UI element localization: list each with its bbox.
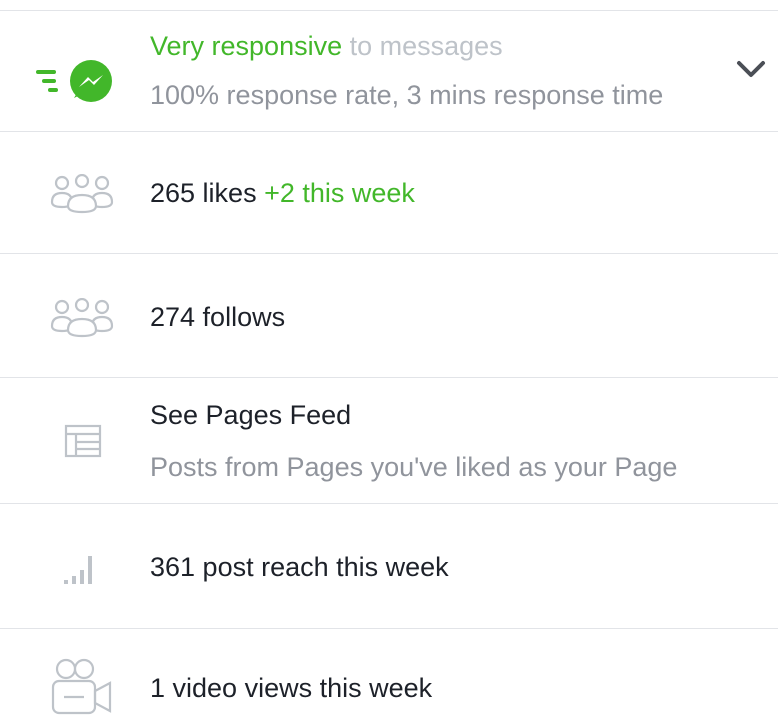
people-group-icon <box>50 298 114 338</box>
post-reach-text: 361 post reach this week <box>150 552 449 582</box>
responsiveness-headline: Very responsive to messages <box>150 31 503 62</box>
responsiveness-row[interactable]: Very responsive to messages 100% respons… <box>0 10 778 131</box>
pages-feed-subtitle: Posts from Pages you've liked as your Pa… <box>150 452 678 482</box>
response-detail: 100% response rate, 3 mins response time <box>150 80 664 110</box>
video-views-text: 1 video views this week <box>150 673 433 703</box>
page-info-panel: Very responsive to messages 100% respons… <box>0 0 778 721</box>
follows-row[interactable]: 274 follows <box>0 253 778 378</box>
likes-row[interactable]: 265 likes +2 this week <box>0 131 778 254</box>
signal-bars-icon <box>64 556 92 584</box>
chevron-down-icon[interactable] <box>736 59 766 79</box>
messenger-bolt-icon <box>36 60 112 102</box>
responsive-suffix: to messages <box>342 31 503 61</box>
likes-delta: +2 this week <box>264 178 415 208</box>
video-camera-icon <box>51 658 112 715</box>
responsive-badge: Very responsive <box>150 31 343 61</box>
pages-feed-row[interactable]: See Pages Feed Posts from Pages you've l… <box>0 377 778 504</box>
video-views-row[interactable]: 1 video views this week <box>0 628 778 722</box>
pages-feed-title[interactable]: See Pages Feed <box>150 400 351 431</box>
post-reach-row[interactable]: 361 post reach this week <box>0 503 778 629</box>
people-group-icon <box>50 174 114 214</box>
likes-text: 265 likes +2 this week <box>150 178 415 209</box>
news-feed-icon <box>64 424 102 458</box>
likes-count: 265 likes <box>150 178 257 208</box>
follows-count: 274 follows <box>150 302 286 332</box>
